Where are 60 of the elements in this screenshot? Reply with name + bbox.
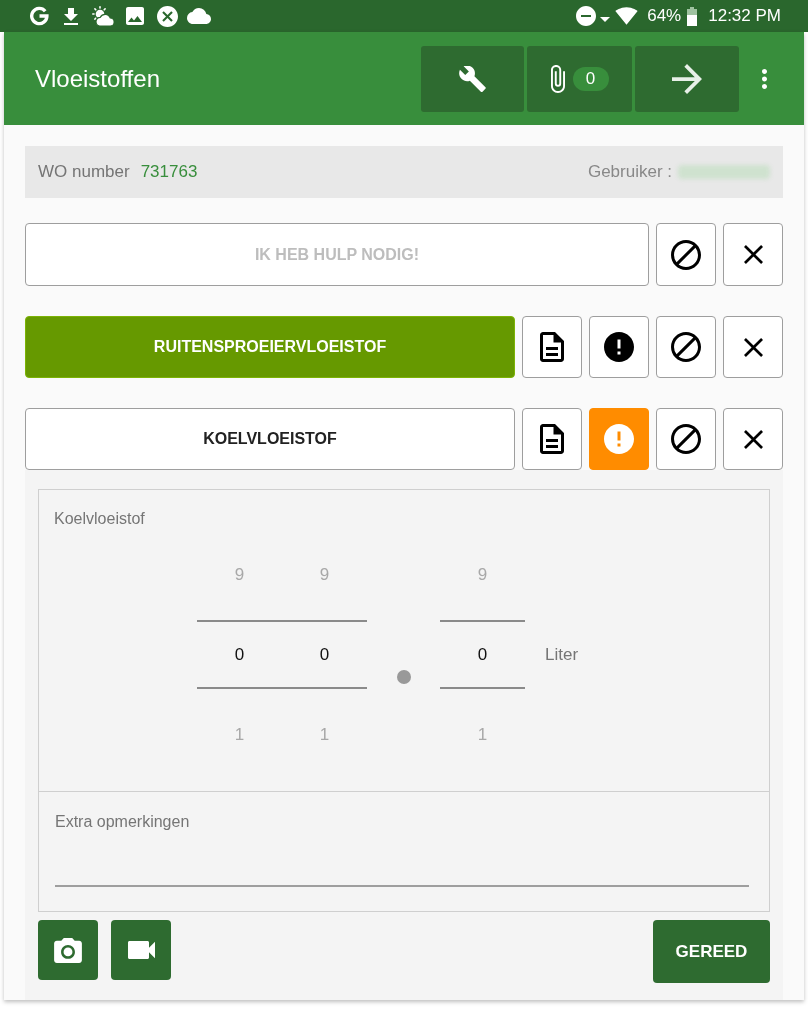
warning-button[interactable]: [589, 316, 649, 378]
field-label: Koelvloeistof: [54, 510, 145, 528]
attachments-button[interactable]: 0: [527, 45, 632, 112]
next-digit: 1: [234, 724, 245, 747]
unit-label: Liter: [545, 645, 579, 665]
cloud-icon: [187, 8, 211, 24]
close-icon: [743, 337, 763, 357]
wo-number: 731763: [140, 161, 198, 184]
close-icon: [743, 429, 763, 449]
battery-icon: [687, 6, 698, 26]
next-button[interactable]: [635, 45, 739, 112]
block-button[interactable]: [656, 223, 716, 286]
block-button[interactable]: [656, 408, 716, 470]
digit-picker[interactable]: 0: [440, 620, 525, 689]
do-not-disturb-icon: [576, 6, 597, 26]
close-icon: [743, 245, 763, 264]
tools-button[interactable]: [421, 45, 524, 112]
next-digit: 1: [477, 724, 488, 747]
digit-picker[interactable]: 0: [197, 620, 282, 689]
image-icon: [126, 7, 144, 25]
arrow-right-icon: [672, 63, 702, 94]
status-time: 12:32 PM: [708, 6, 781, 26]
sun-cloud-icon: [92, 6, 114, 26]
document-icon: [540, 424, 564, 454]
user-label: Gebruiker :: [587, 161, 672, 184]
close-button[interactable]: [723, 223, 783, 286]
wo-label: WO number: [38, 161, 130, 184]
previous-digit: 9: [477, 564, 488, 587]
camera-icon: [54, 937, 82, 963]
wrench-icon: [459, 65, 486, 92]
close-button[interactable]: [723, 316, 783, 378]
video-button[interactable]: [111, 920, 171, 980]
block-icon: [671, 332, 701, 362]
app-title: Vloeistoffen: [35, 64, 160, 92]
more-vertical-icon: [762, 68, 767, 89]
next-digit: 1: [319, 724, 330, 747]
remarks-field[interactable]: Extra opmerkingen: [55, 810, 749, 887]
previous-digit: 9: [234, 564, 245, 587]
g-logo-icon: [29, 6, 49, 26]
block-button[interactable]: [656, 316, 716, 378]
battery-percentage: 64%: [647, 6, 682, 26]
circle-x-icon: [156, 5, 178, 27]
notes-button[interactable]: [522, 408, 582, 470]
digit-picker[interactable]: 0: [282, 620, 367, 689]
fluid-button[interactable]: KOELVLOEISTOF: [25, 408, 515, 470]
notes-button[interactable]: [522, 316, 582, 378]
close-button[interactable]: [723, 408, 783, 470]
camera-button[interactable]: [38, 920, 98, 980]
done-button[interactable]: GEREED: [653, 920, 770, 983]
previous-digit: 9: [319, 564, 330, 587]
attachment-count-badge: 0: [572, 66, 609, 91]
block-icon: [671, 424, 701, 454]
dropdown-triangle-icon: [600, 16, 611, 22]
paperclip-icon: [550, 64, 565, 93]
video-camera-icon: [127, 941, 155, 959]
document-icon: [540, 332, 564, 362]
decimal-dot-icon: [396, 670, 411, 684]
download-icon: [64, 7, 78, 25]
block-icon: [671, 239, 701, 270]
wifi-icon: [615, 7, 639, 25]
